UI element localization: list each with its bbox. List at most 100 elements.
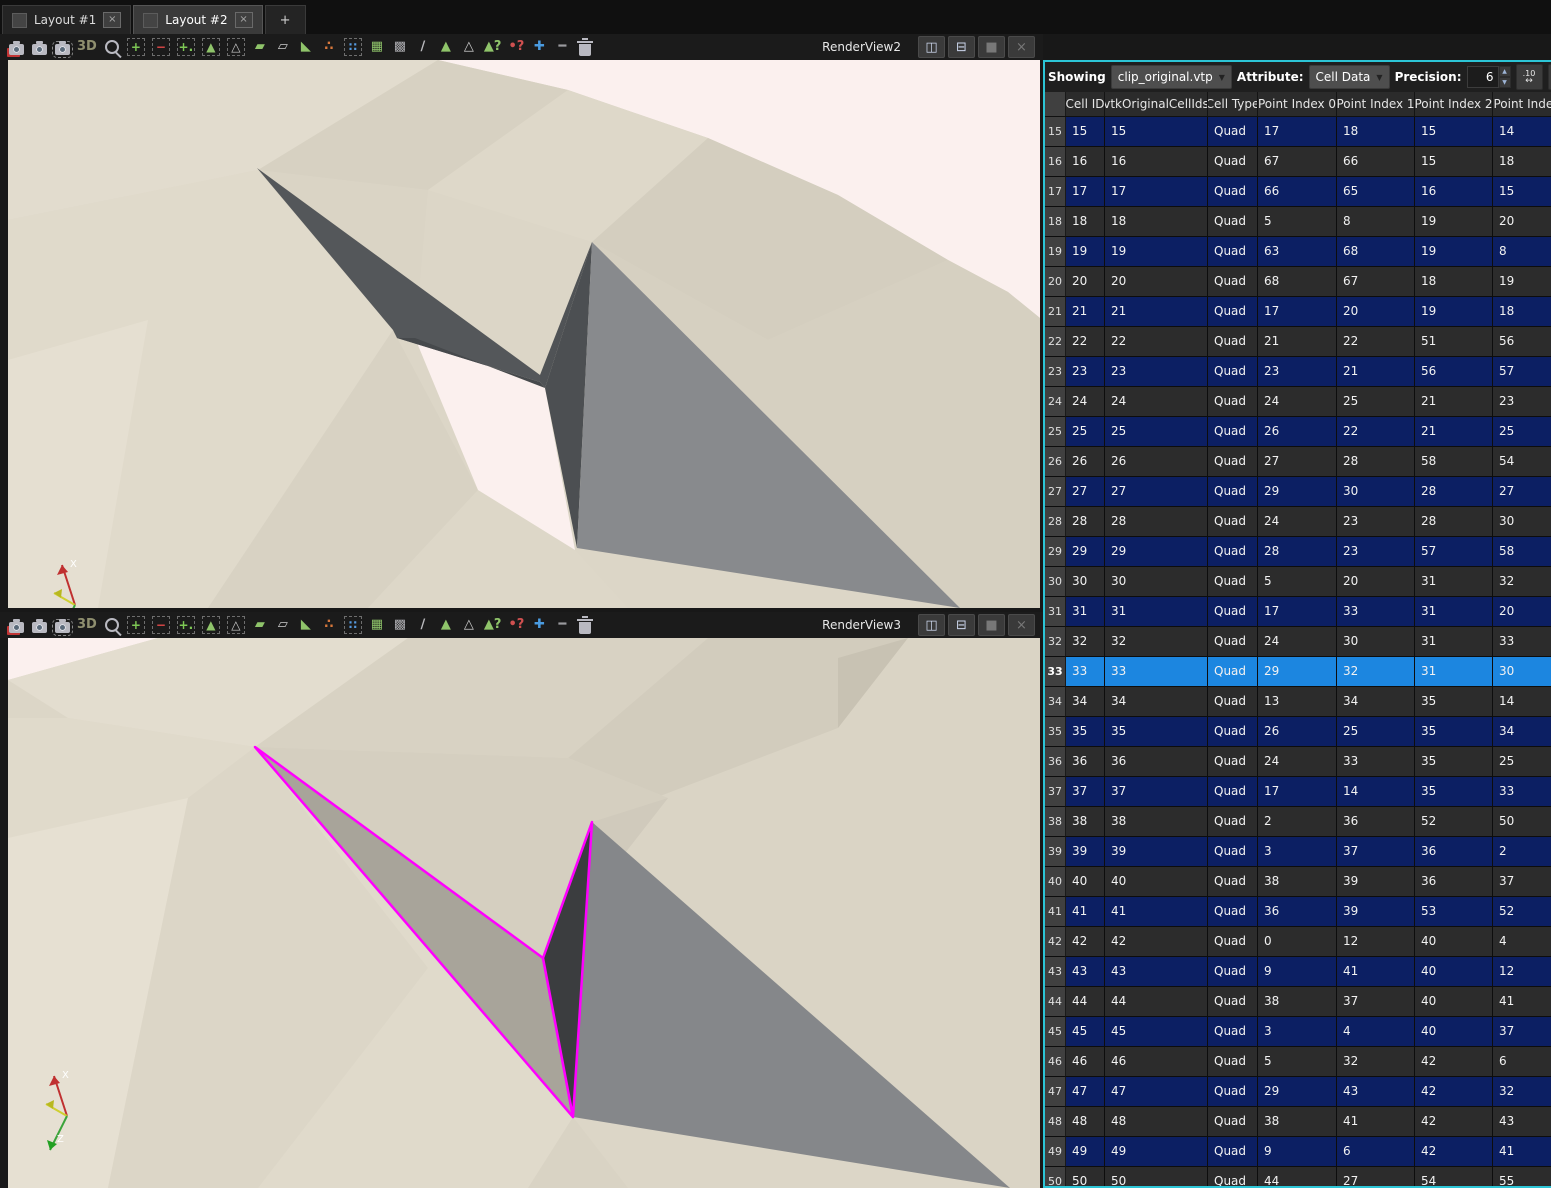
table-cell[interactable]: Quad bbox=[1208, 1137, 1258, 1167]
table-cell[interactable]: Quad bbox=[1208, 777, 1258, 807]
table-cell[interactable]: 18 bbox=[1337, 117, 1415, 147]
table-cell[interactable]: Quad bbox=[1208, 1167, 1258, 1188]
table-cell[interactable]: 2 bbox=[1493, 837, 1551, 867]
table-cell[interactable]: 31 bbox=[1415, 627, 1493, 657]
tab-close-icon[interactable]: × bbox=[235, 12, 253, 28]
reset-camera-icon[interactable] bbox=[8, 38, 24, 56]
table-cell[interactable]: 18 bbox=[1415, 267, 1493, 297]
select-cells-on-icon[interactable]: ▲ bbox=[202, 616, 220, 634]
table-cell[interactable]: 26 bbox=[1066, 447, 1105, 477]
table-cell[interactable]: 44 bbox=[1066, 987, 1105, 1017]
table-cell[interactable]: 29 bbox=[1258, 657, 1337, 687]
table-cell[interactable]: Quad bbox=[1208, 357, 1258, 387]
table-cell[interactable]: 19 bbox=[1493, 267, 1551, 297]
table-cell[interactable]: 24 bbox=[1258, 627, 1337, 657]
table-cell[interactable]: Quad bbox=[1208, 987, 1258, 1017]
table-cell[interactable]: 50 bbox=[1493, 807, 1551, 837]
row-header[interactable]: 48 bbox=[1045, 1107, 1066, 1137]
table-cell[interactable]: 31 bbox=[1415, 657, 1493, 687]
toggle-2d3d-icon[interactable]: 3D bbox=[77, 38, 97, 56]
table-cell[interactable]: 22 bbox=[1337, 327, 1415, 357]
table-cell[interactable]: Quad bbox=[1208, 807, 1258, 837]
table-cell[interactable]: 28 bbox=[1415, 477, 1493, 507]
table-cell[interactable]: Quad bbox=[1208, 267, 1258, 297]
table-cell[interactable]: 16 bbox=[1066, 147, 1105, 177]
table-cell[interactable]: 27 bbox=[1493, 477, 1551, 507]
table-cell[interactable]: Quad bbox=[1208, 537, 1258, 567]
subtract-selection-icon[interactable]: ━ bbox=[554, 616, 570, 634]
column-header[interactable]: Cell Type bbox=[1208, 92, 1258, 116]
table-cell[interactable]: 27 bbox=[1105, 477, 1208, 507]
select-points-polygon-icon[interactable]: ∴ bbox=[321, 38, 337, 56]
column-select-button[interactable] bbox=[1548, 64, 1551, 90]
table-row[interactable]: 161616Quad67661518 bbox=[1045, 147, 1551, 177]
select-cells-polygon-icon[interactable]: ◣ bbox=[298, 38, 314, 56]
table-row[interactable]: 212121Quad17201918 bbox=[1045, 297, 1551, 327]
table-cell[interactable]: 63 bbox=[1258, 237, 1337, 267]
table-cell[interactable]: 27 bbox=[1337, 1167, 1415, 1188]
table-cell[interactable]: 47 bbox=[1105, 1077, 1208, 1107]
zoom-to-box-icon[interactable] bbox=[104, 38, 120, 56]
table-cell[interactable]: 37 bbox=[1066, 777, 1105, 807]
column-header[interactable]: Cell ID bbox=[1066, 92, 1105, 116]
table-cell[interactable]: 2 bbox=[1258, 807, 1337, 837]
table-cell[interactable]: Quad bbox=[1208, 147, 1258, 177]
table-cell[interactable]: 28 bbox=[1258, 537, 1337, 567]
row-header[interactable]: 24 bbox=[1045, 387, 1066, 417]
row-header[interactable]: 38 bbox=[1045, 807, 1066, 837]
table-cell[interactable]: 9 bbox=[1258, 1137, 1337, 1167]
table-cell[interactable]: Quad bbox=[1208, 237, 1258, 267]
select-cells-on-icon[interactable]: ▲ bbox=[202, 38, 220, 56]
table-cell[interactable]: 34 bbox=[1493, 717, 1551, 747]
table-cell[interactable]: Quad bbox=[1208, 207, 1258, 237]
row-header[interactable]: 26 bbox=[1045, 447, 1066, 477]
table-cell[interactable]: 27 bbox=[1066, 477, 1105, 507]
tab-layout-1[interactable]: Layout #1 × bbox=[2, 5, 131, 34]
table-cell[interactable]: 16 bbox=[1105, 147, 1208, 177]
table-cell[interactable]: 40 bbox=[1415, 1017, 1493, 1047]
table-cell[interactable]: 14 bbox=[1493, 117, 1551, 147]
table-cell[interactable]: 24 bbox=[1105, 387, 1208, 417]
table-cell[interactable]: 28 bbox=[1337, 447, 1415, 477]
table-cell[interactable]: 19 bbox=[1066, 237, 1105, 267]
zoom-out-icon[interactable]: − bbox=[152, 616, 170, 634]
table-cell[interactable]: 19 bbox=[1105, 237, 1208, 267]
row-header[interactable]: 41 bbox=[1045, 897, 1066, 927]
table-cell[interactable]: 47 bbox=[1066, 1077, 1105, 1107]
table-cell[interactable]: 35 bbox=[1066, 717, 1105, 747]
table-cell[interactable]: 31 bbox=[1066, 597, 1105, 627]
table-cell[interactable]: 45 bbox=[1066, 1017, 1105, 1047]
table-cell[interactable]: 17 bbox=[1258, 597, 1337, 627]
table-cell[interactable]: 65 bbox=[1337, 177, 1415, 207]
table-cell[interactable]: 28 bbox=[1415, 507, 1493, 537]
row-header[interactable]: 18 bbox=[1045, 207, 1066, 237]
table-cell[interactable]: 20 bbox=[1337, 297, 1415, 327]
table-cell[interactable]: 49 bbox=[1105, 1137, 1208, 1167]
row-header[interactable]: 36 bbox=[1045, 747, 1066, 777]
table-cell[interactable]: 32 bbox=[1493, 1077, 1551, 1107]
maximize-button[interactable]: ■ bbox=[978, 614, 1005, 636]
table-row[interactable]: 222222Quad21225156 bbox=[1045, 327, 1551, 357]
table-cell[interactable]: 52 bbox=[1415, 807, 1493, 837]
table-cell[interactable]: 25 bbox=[1105, 417, 1208, 447]
table-cell[interactable]: 31 bbox=[1415, 567, 1493, 597]
row-header[interactable]: 21 bbox=[1045, 297, 1066, 327]
table-row[interactable]: 313131Quad17333120 bbox=[1045, 597, 1551, 627]
table-cell[interactable]: 26 bbox=[1258, 417, 1337, 447]
row-header[interactable]: 20 bbox=[1045, 267, 1066, 297]
split-vertical-button[interactable]: ⊟ bbox=[948, 36, 975, 58]
table-cell[interactable]: 29 bbox=[1258, 477, 1337, 507]
table-cell[interactable]: 43 bbox=[1493, 1107, 1551, 1137]
table-cell[interactable]: 21 bbox=[1415, 417, 1493, 447]
table-row[interactable]: 191919Quad6368198 bbox=[1045, 237, 1551, 267]
table-cell[interactable]: Quad bbox=[1208, 297, 1258, 327]
table-cell[interactable]: 25 bbox=[1493, 747, 1551, 777]
table-row[interactable]: 343434Quad13343514 bbox=[1045, 687, 1551, 717]
table-cell[interactable]: 56 bbox=[1415, 357, 1493, 387]
close-button[interactable]: × bbox=[1008, 36, 1035, 58]
table-cell[interactable]: 4 bbox=[1493, 927, 1551, 957]
format-decimal-button[interactable]: .10 ↔ bbox=[1516, 64, 1543, 90]
adjust-camera-icon[interactable] bbox=[31, 38, 47, 56]
hover-cells-icon[interactable]: ▩ bbox=[392, 616, 408, 634]
table-cell[interactable]: 22 bbox=[1337, 417, 1415, 447]
